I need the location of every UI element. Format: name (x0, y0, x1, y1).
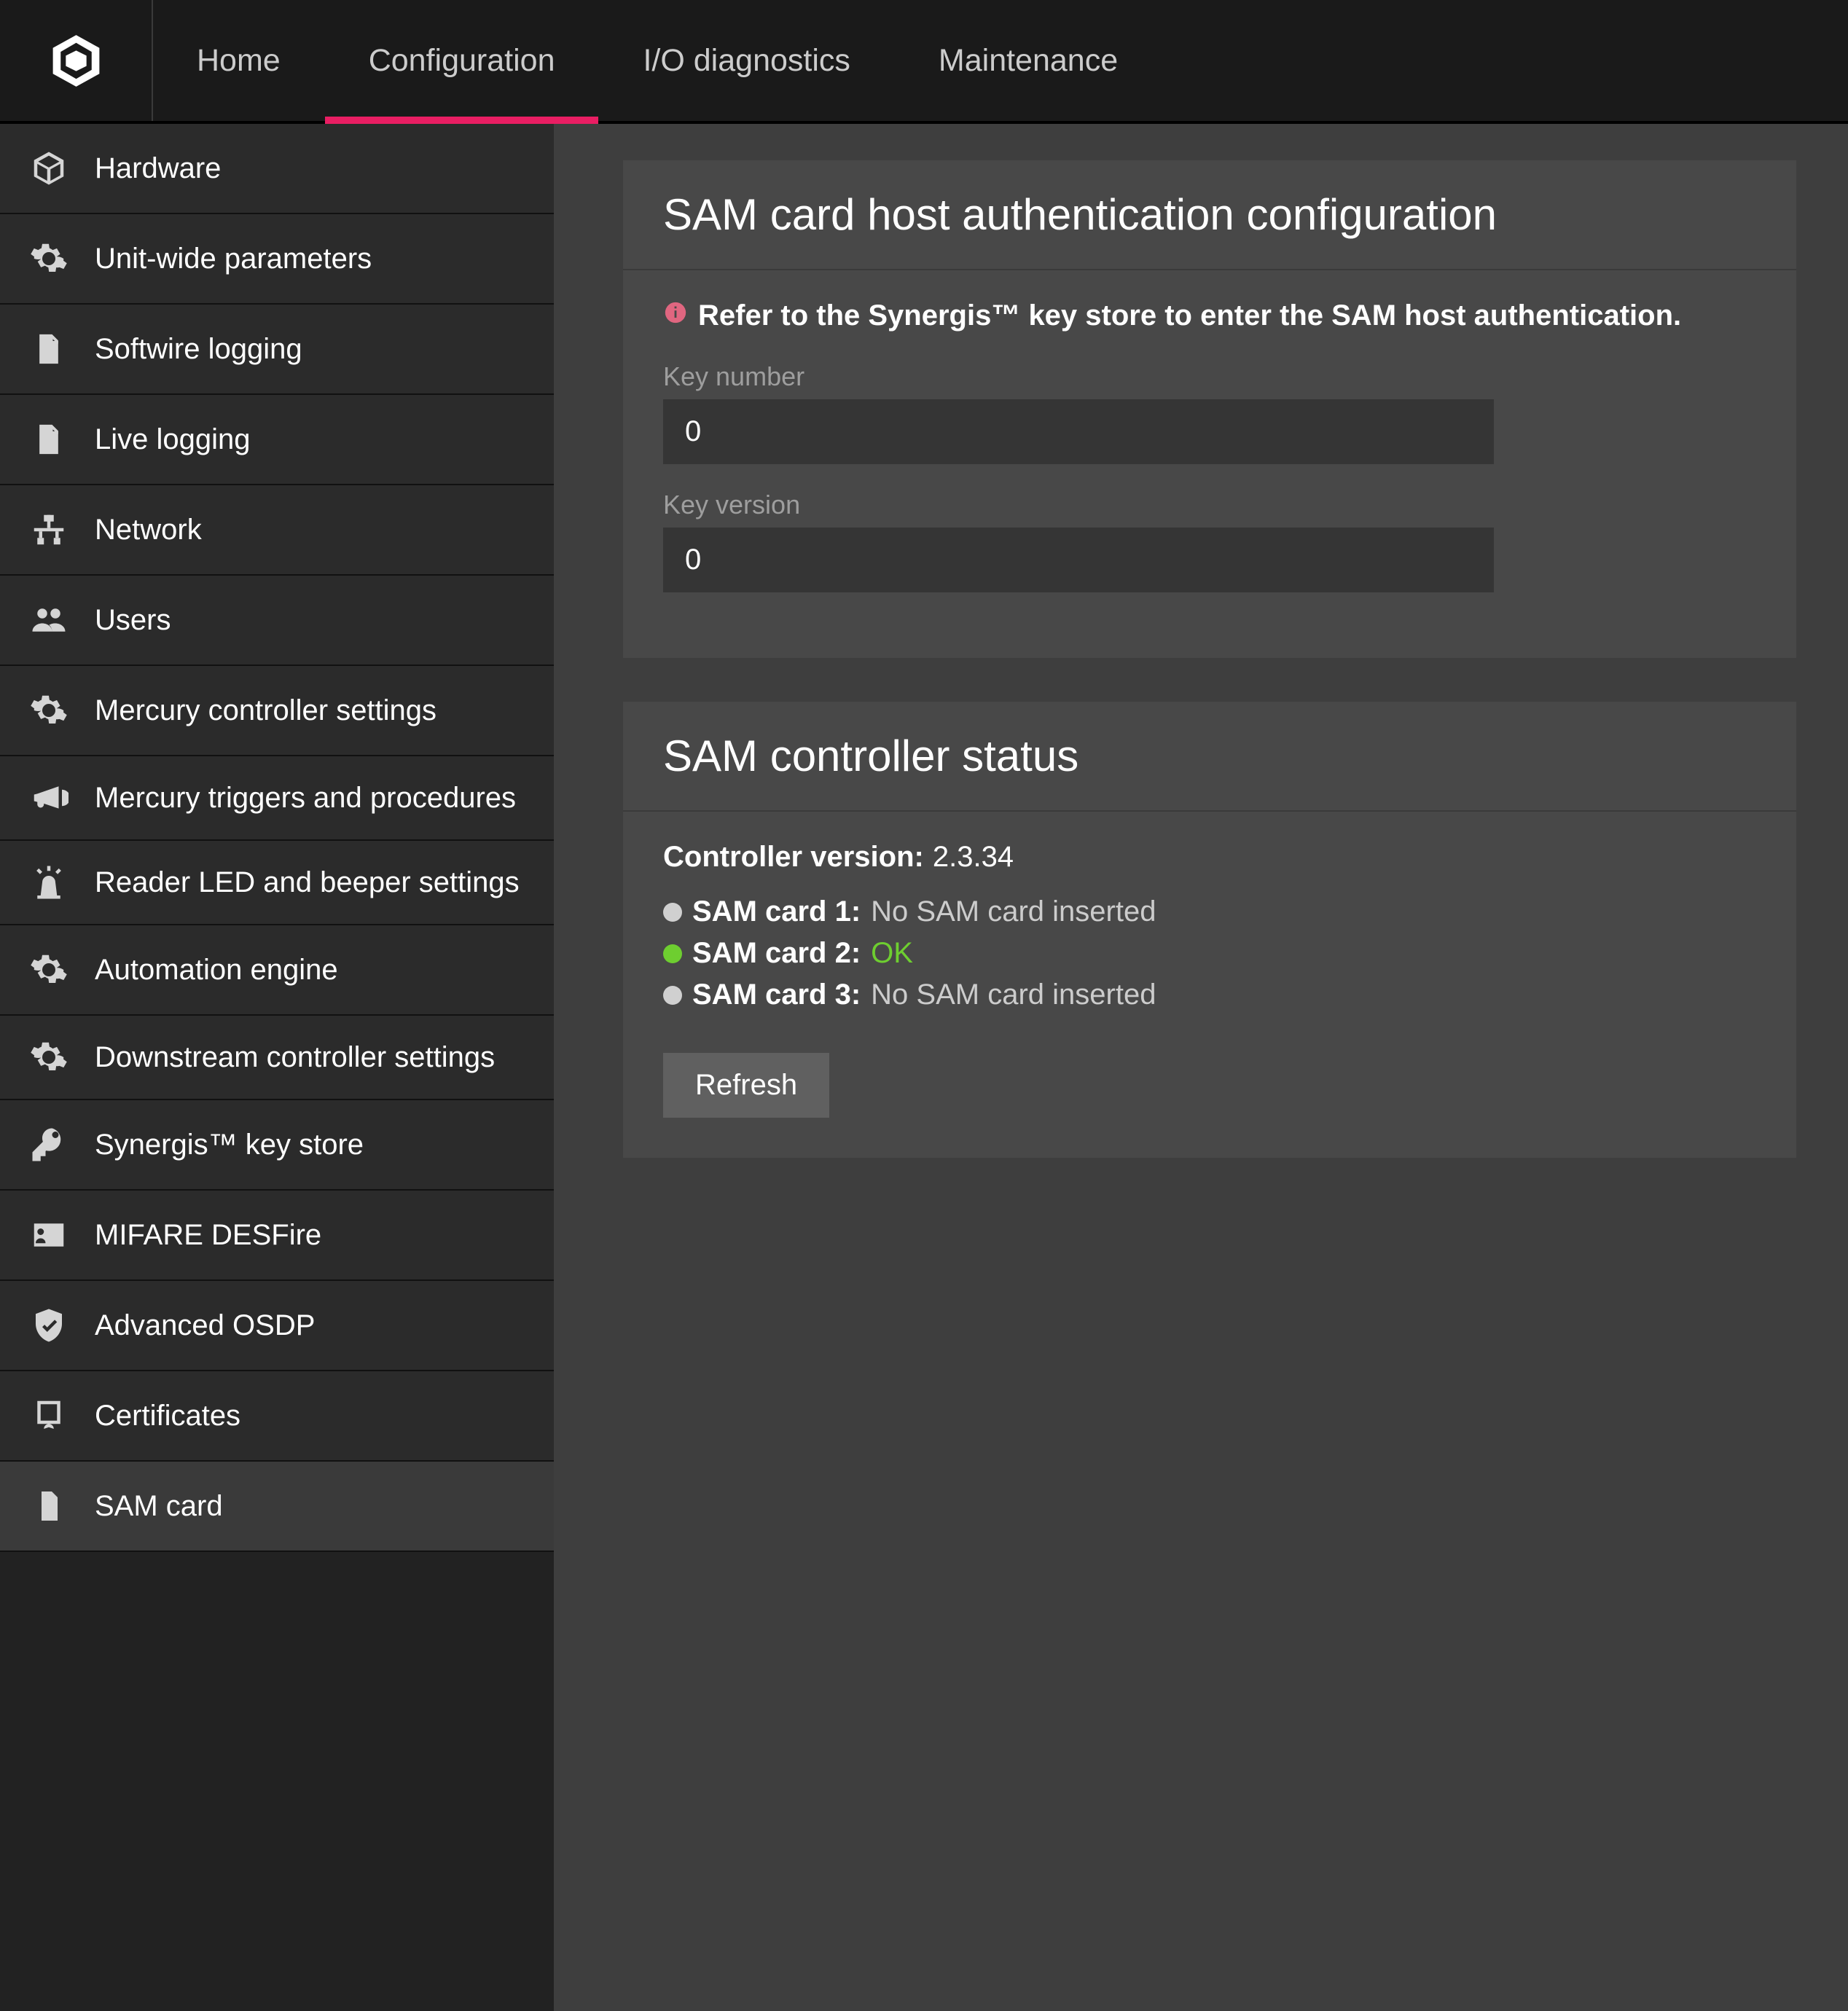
sidebar-item-hardware[interactable]: Hardware (0, 124, 554, 214)
tab-label: Maintenance (939, 43, 1118, 79)
sidebar-item-mercury-triggers[interactable]: Mercury triggers and procedures (0, 756, 554, 841)
sam-auth-notice: Refer to the Synergis™ key store to ente… (663, 299, 1756, 332)
sam-card-status-row: SAM card 3: No SAM card inserted (663, 979, 1756, 1011)
sidebar-item-mercury-controller-settings[interactable]: Mercury controller settings (0, 666, 554, 756)
status-dot-icon (663, 903, 682, 922)
tab-label: Home (197, 43, 281, 79)
sidebar-item-label: Reader LED and beeper settings (95, 864, 520, 901)
sidebar-item-sam-card[interactable]: SAM card (0, 1462, 554, 1552)
sidebar-item-label: Users (95, 602, 171, 638)
megaphone-icon (29, 778, 68, 818)
sidebar-item-label: Synergis™ key store (95, 1126, 364, 1163)
tab-label: I/O diagnostics (643, 43, 850, 79)
notice-text: Refer to the Synergis™ key store to ente… (698, 299, 1681, 332)
controller-version-label: Controller version: (663, 841, 924, 874)
sidebar-item-label: Live logging (95, 421, 251, 458)
sidebar-item-label: Advanced OSDP (95, 1307, 315, 1344)
file-icon (29, 420, 68, 459)
tab-configuration[interactable]: Configuration (325, 0, 600, 121)
content-layout: Hardware Unit-wide parameters Softwire l… (0, 124, 1848, 2011)
sidebar-item-label: Downstream controller settings (95, 1039, 495, 1075)
logo-container (0, 0, 153, 121)
panel-body: Controller version: 2.3.34 SAM card 1: N… (623, 812, 1796, 1158)
sidebar-item-label: Certificates (95, 1397, 240, 1434)
sidebar-item-label: Mercury controller settings (95, 692, 436, 729)
sim-icon (29, 1486, 68, 1526)
app-logo-icon (45, 30, 107, 92)
sidebar-item-reader-led-beeper[interactable]: Reader LED and beeper settings (0, 841, 554, 925)
gear-icon (29, 691, 68, 730)
sam-card-status: No SAM card inserted (871, 895, 1156, 928)
gear-icon (29, 239, 68, 278)
sidebar-item-label: MIFARE DESFire (95, 1217, 321, 1253)
status-dot-icon (663, 944, 682, 963)
sidebar-item-users[interactable]: Users (0, 576, 554, 666)
gear-icon (29, 950, 68, 989)
sidebar-item-label: Automation engine (95, 952, 338, 988)
sidebar-item-advanced-osdp[interactable]: Advanced OSDP (0, 1281, 554, 1371)
refresh-button[interactable]: Refresh (663, 1053, 829, 1118)
sidebar-item-label: SAM card (95, 1488, 223, 1524)
tab-io-diagnostics[interactable]: I/O diagnostics (599, 0, 894, 121)
sidebar-item-mifare-desfire[interactable]: MIFARE DESFire (0, 1191, 554, 1281)
network-icon (29, 510, 68, 549)
sidebar-item-label: Softwire logging (95, 331, 302, 367)
sam-card-status: No SAM card inserted (871, 979, 1156, 1011)
sam-auth-panel: SAM card host authentication configurati… (623, 160, 1796, 658)
sidebar-item-live-logging[interactable]: Live logging (0, 395, 554, 485)
idcard-icon (29, 1215, 68, 1255)
controller-version-value: 2.3.34 (933, 841, 1014, 874)
sidebar-item-label: Mercury triggers and procedures (95, 780, 516, 816)
shield-check-icon (29, 1306, 68, 1345)
sam-card-label: SAM card 3: (692, 979, 861, 1011)
cube-icon (29, 149, 68, 188)
key-version-label: Key version (663, 490, 1756, 520)
key-number-label: Key number (663, 361, 1756, 392)
sam-card-status-row: SAM card 1: No SAM card inserted (663, 895, 1756, 928)
sam-card-status-row: SAM card 2: OK (663, 937, 1756, 970)
users-icon (29, 600, 68, 640)
button-label: Refresh (695, 1069, 797, 1102)
controller-version-row: Controller version: 2.3.34 (663, 841, 1756, 874)
key-icon (29, 1125, 68, 1164)
certificate-icon (29, 1396, 68, 1435)
sam-card-label: SAM card 2: (692, 937, 861, 970)
top-bar: Home Configuration I/O diagnostics Maint… (0, 0, 1848, 124)
gear-icon (29, 1038, 68, 1077)
sidebar-item-unit-wide-parameters[interactable]: Unit-wide parameters (0, 214, 554, 305)
key-version-input[interactable] (663, 528, 1494, 592)
top-nav-tabs: Home Configuration I/O diagnostics Maint… (153, 0, 1162, 121)
sidebar-item-softwire-logging[interactable]: Softwire logging (0, 305, 554, 395)
status-dot-icon (663, 986, 682, 1005)
panel-title-sam-auth: SAM card host authentication configurati… (623, 160, 1796, 270)
main-area: SAM card host authentication configurati… (554, 124, 1848, 2011)
file-icon (29, 329, 68, 369)
sidebar-item-downstream-controller[interactable]: Downstream controller settings (0, 1016, 554, 1100)
sam-card-label: SAM card 1: (692, 895, 861, 928)
sidebar-item-automation-engine[interactable]: Automation engine (0, 925, 554, 1016)
sidebar-item-label: Hardware (95, 150, 221, 187)
tab-home[interactable]: Home (153, 0, 325, 121)
sidebar-item-synergis-key-store[interactable]: Synergis™ key store (0, 1100, 554, 1191)
panel-title-sam-status: SAM controller status (623, 702, 1796, 812)
sam-card-status: OK (871, 937, 913, 970)
panel-body: Refer to the Synergis™ key store to ente… (623, 270, 1796, 658)
sidebar-item-network[interactable]: Network (0, 485, 554, 576)
sidebar-item-label: Unit-wide parameters (95, 240, 372, 277)
tab-maintenance[interactable]: Maintenance (895, 0, 1162, 121)
config-sidebar: Hardware Unit-wide parameters Softwire l… (0, 124, 554, 2011)
info-icon (663, 300, 688, 332)
sam-status-panel: SAM controller status Controller version… (623, 702, 1796, 1158)
tab-label: Configuration (369, 43, 555, 79)
sidebar-item-label: Network (95, 511, 202, 548)
siren-icon (29, 863, 68, 902)
key-number-input[interactable] (663, 399, 1494, 464)
sidebar-item-certificates[interactable]: Certificates (0, 1371, 554, 1462)
